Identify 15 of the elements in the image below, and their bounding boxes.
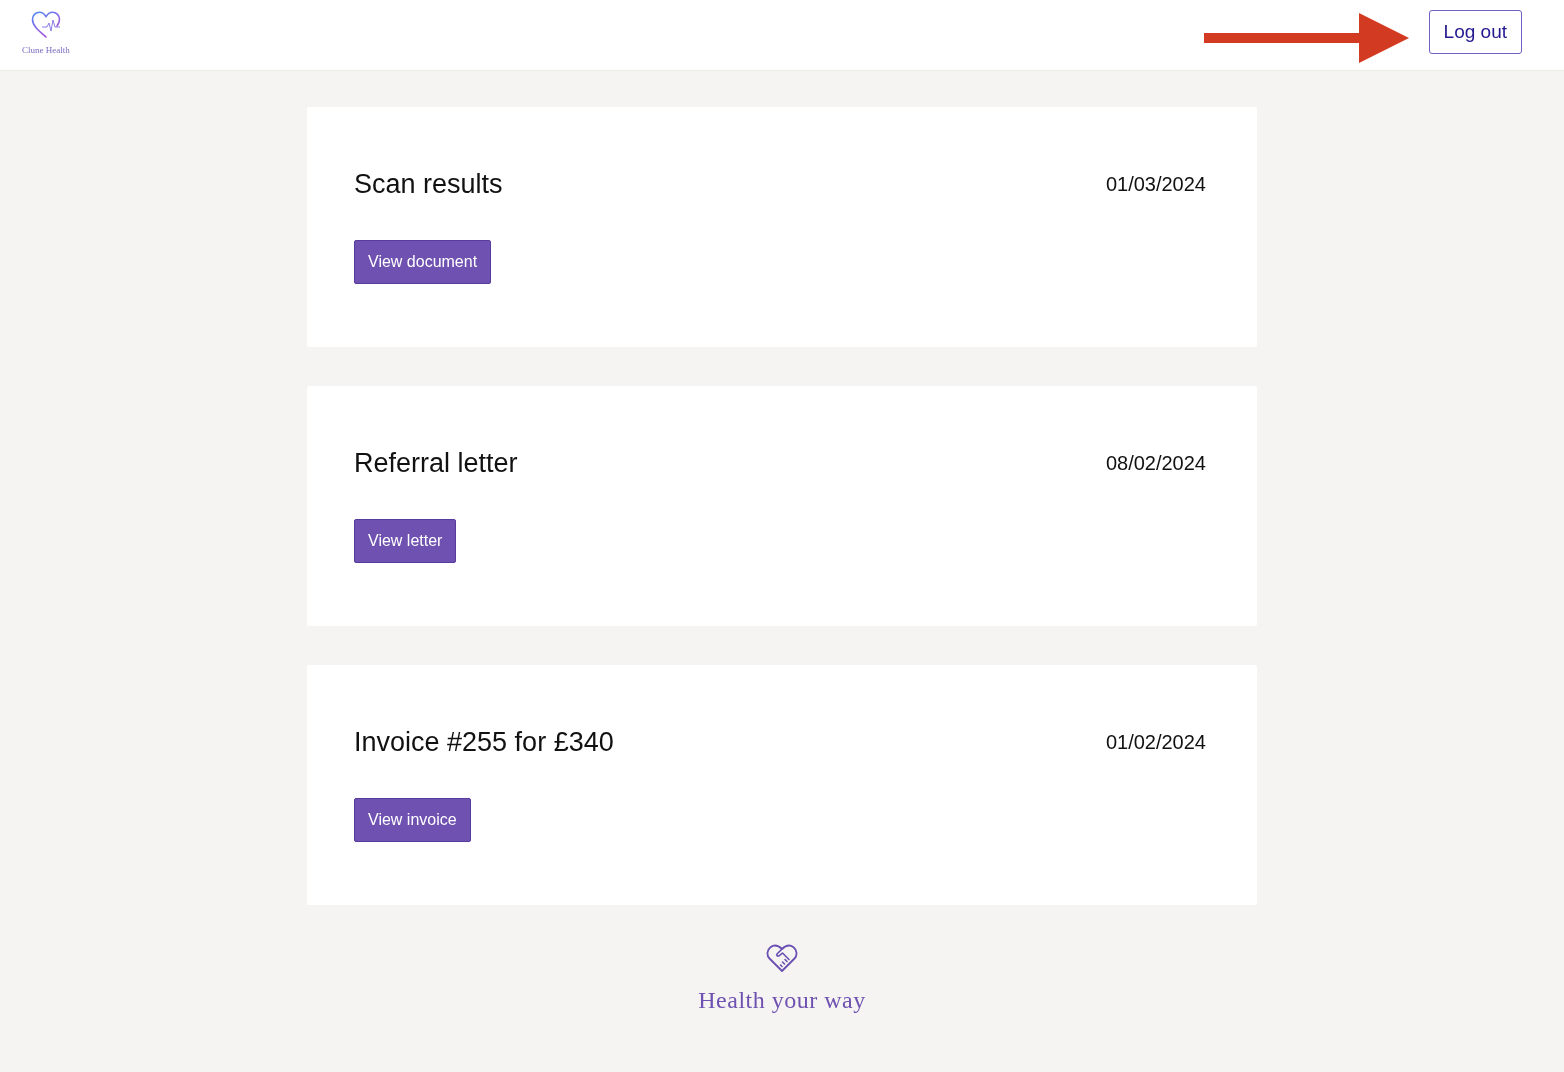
document-title: Invoice #255 for £340 [354, 726, 614, 759]
document-date: 08/02/2024 [1105, 451, 1206, 476]
view-button[interactable]: View letter [354, 519, 457, 563]
logout-button[interactable]: Log out [1428, 10, 1522, 54]
document-title: Scan results [354, 168, 503, 201]
footer-tagline: Health your way [698, 987, 866, 1014]
logo-text: Clune Health [22, 45, 70, 56]
view-button[interactable]: View document [354, 240, 492, 284]
document-title: Referral letter [354, 447, 518, 480]
view-button[interactable]: View invoice [354, 798, 471, 842]
heart-handshake-icon [766, 943, 798, 973]
pointer-arrow-icon [1203, 13, 1409, 63]
heart-pulse-icon [30, 11, 61, 39]
document-date: 01/02/2024 [1105, 730, 1206, 755]
document-date: 01/03/2024 [1105, 172, 1206, 197]
